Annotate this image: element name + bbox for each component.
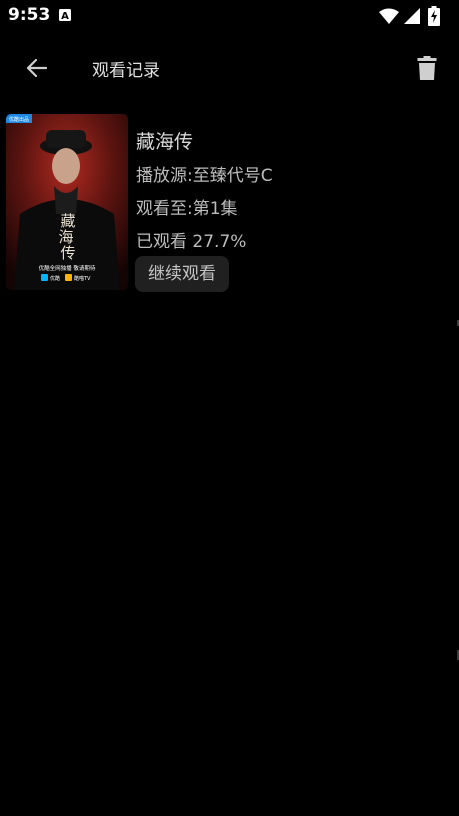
- history-info: 藏海传 播放源:至臻代号C 观看至:第1集 已观看 27.7%: [136, 128, 436, 261]
- poster-badge: 优酷出品: [9, 116, 29, 123]
- arrow-left-icon: [26, 58, 47, 78]
- trash-icon: [417, 56, 437, 80]
- status-icons: [379, 6, 449, 26]
- status-bar: 9:53 A: [0, 0, 459, 32]
- svg-text:A: A: [61, 11, 69, 21]
- show-title: 藏海传: [136, 131, 194, 153]
- back-button[interactable]: [16, 48, 56, 88]
- poster-calligraphy-3: 传: [60, 244, 75, 262]
- poster-platform-a: 优酷: [50, 275, 60, 282]
- a-badge-icon: A: [59, 9, 71, 21]
- watched-episode: 观看至:第1集: [136, 199, 238, 219]
- status-time: 9:53: [8, 5, 51, 25]
- signal-icon: [404, 8, 420, 24]
- poster-slogan: 优酷全网独播 敬请期待: [39, 264, 96, 272]
- poster-image[interactable]: 优酷出品 藏 海 传 优酷全网独播 敬请期待 优酷 酷喵TV: [6, 114, 128, 290]
- app-bar: 观看记录: [0, 36, 459, 98]
- delete-button[interactable]: [409, 48, 445, 88]
- history-item[interactable]: 优酷出品 藏 海 传 优酷全网独播 敬请期待 优酷 酷喵TV 藏海传 播放源:至…: [6, 114, 446, 296]
- battery-charging-icon: [428, 6, 440, 26]
- poster-platform-b: 酷喵TV: [74, 275, 91, 282]
- wifi-icon: [379, 8, 399, 24]
- page-title: 观看记录: [92, 61, 160, 81]
- continue-watching-button[interactable]: 继续观看: [135, 256, 229, 292]
- play-source: 播放源:至臻代号C: [136, 166, 273, 186]
